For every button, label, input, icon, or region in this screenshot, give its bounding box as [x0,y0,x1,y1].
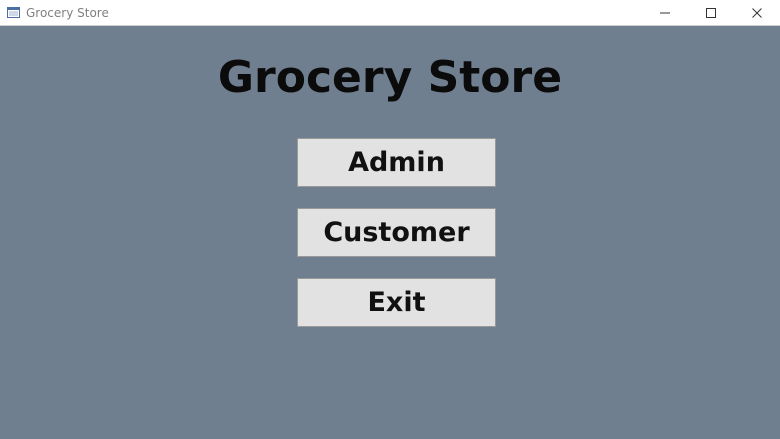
title-bar[interactable]: Grocery Store [0,0,780,26]
window-title: Grocery Store [26,5,109,20]
maximize-button[interactable] [688,0,734,26]
app-window-icon [7,7,20,18]
admin-button[interactable]: Admin [297,138,496,187]
page-title: Grocery Store [217,52,563,103]
minimize-icon [660,12,670,14]
main-content: Grocery Store Admin Customer Exit [0,26,780,439]
exit-button[interactable]: Exit [297,278,496,327]
close-icon [752,8,762,18]
app-window: Grocery Store Grocery Store Admin Custom… [0,0,780,439]
minimize-button[interactable] [642,0,688,26]
maximize-icon [706,8,716,18]
window-controls [642,0,780,26]
customer-button[interactable]: Customer [297,208,496,257]
close-button[interactable] [734,0,780,26]
